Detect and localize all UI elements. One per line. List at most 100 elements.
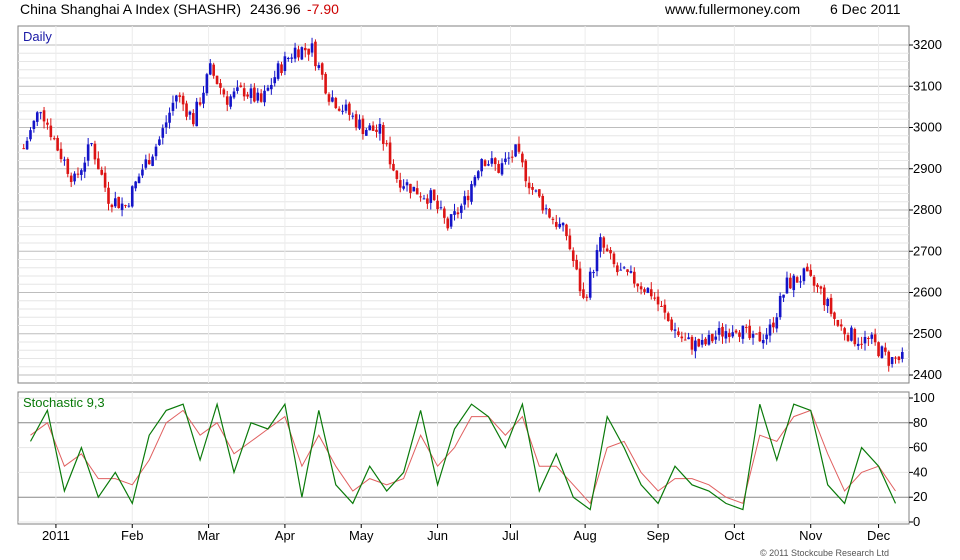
- candle-down: [822, 287, 826, 306]
- stochastic-axis: 0 20 40 60 80 100: [909, 390, 935, 529]
- candle-down: [605, 248, 609, 252]
- candle-down: [219, 83, 222, 88]
- candle-up: [476, 171, 480, 179]
- candle-up: [270, 84, 273, 90]
- candle-down: [877, 342, 880, 357]
- candle-up: [249, 88, 253, 98]
- candle-up: [731, 332, 734, 337]
- candle-down: [192, 113, 195, 125]
- candle-down: [466, 195, 470, 201]
- candle-down: [517, 143, 521, 152]
- candle-down: [181, 95, 185, 105]
- candle-up: [317, 65, 321, 68]
- candle-down: [398, 180, 402, 188]
- candle-up: [694, 340, 697, 352]
- time-tick-label: Apr: [275, 528, 296, 543]
- candle-up: [802, 268, 806, 282]
- candle-down: [789, 277, 792, 289]
- candle-up: [164, 122, 168, 128]
- price-panel-label: Daily: [23, 29, 52, 44]
- candle-down: [653, 297, 656, 299]
- candle-down: [704, 338, 707, 345]
- candle-up: [229, 96, 232, 107]
- chart-title: China Shanghai A Index (SHASHR): [20, 1, 241, 17]
- candle-up: [90, 143, 93, 145]
- candle-up: [402, 186, 405, 189]
- candle-up: [487, 164, 490, 166]
- candle-down: [107, 187, 110, 204]
- candle-down: [853, 329, 857, 345]
- candle-up: [205, 74, 209, 94]
- candle-down: [419, 196, 422, 198]
- candle-up: [856, 343, 860, 346]
- candle-up: [331, 97, 334, 102]
- candle-up: [141, 169, 144, 176]
- candle-up: [561, 222, 565, 226]
- candle-down: [609, 250, 612, 254]
- candle-up: [63, 159, 66, 161]
- candle-down: [259, 93, 263, 102]
- candle-up: [622, 267, 626, 269]
- candle-up: [741, 325, 745, 339]
- candle-down: [337, 108, 341, 111]
- candle-down: [738, 332, 741, 337]
- candle-up: [880, 346, 884, 358]
- time-tick-label: Jul: [502, 528, 519, 543]
- candle-down: [626, 269, 629, 273]
- candle-up: [137, 176, 141, 184]
- candle-down: [727, 332, 731, 337]
- candle-down: [49, 125, 53, 138]
- candle-up: [310, 43, 314, 53]
- candle-down: [660, 305, 663, 307]
- candle-up: [870, 334, 874, 339]
- candle-up: [490, 158, 494, 164]
- candle-down: [633, 271, 636, 284]
- candle-down: [578, 268, 582, 292]
- candle-down: [215, 75, 219, 85]
- price-tick-label: 3100: [913, 78, 942, 93]
- candle-up: [463, 196, 466, 205]
- candle-down: [666, 313, 670, 322]
- candle-up: [120, 203, 124, 211]
- candle-up: [83, 162, 87, 172]
- candle-down: [381, 125, 385, 144]
- candle-up: [890, 357, 894, 365]
- copyright-notice: © 2011 Stockcube Research Ltd: [760, 548, 889, 558]
- candle-up: [202, 92, 205, 104]
- candle-down: [551, 218, 555, 220]
- candle-down: [721, 326, 724, 337]
- candle-down: [124, 205, 127, 207]
- candle-down: [887, 351, 891, 366]
- candle-up: [188, 111, 192, 115]
- candle-down: [46, 122, 49, 125]
- candle-down: [303, 47, 307, 51]
- candle-down: [636, 283, 640, 287]
- candle-down: [772, 322, 775, 328]
- candle-down: [147, 159, 151, 165]
- candle-down: [371, 125, 375, 131]
- candle-up: [351, 115, 355, 117]
- candle-down: [612, 253, 616, 265]
- candle-up: [113, 198, 117, 207]
- candle-down: [531, 186, 534, 190]
- candle-down: [320, 63, 324, 75]
- candle-up: [266, 87, 270, 91]
- candle-up: [558, 223, 561, 228]
- candle-up: [751, 333, 755, 338]
- price-tick-label: 2700: [913, 243, 942, 258]
- candle-down: [297, 49, 300, 58]
- candle-down: [860, 343, 863, 345]
- candle-up: [422, 198, 426, 200]
- candle-down: [354, 114, 358, 128]
- candle-down: [222, 89, 226, 95]
- candle-down: [334, 97, 338, 109]
- candle-down: [683, 339, 687, 341]
- candle-down: [246, 94, 249, 97]
- candle-down: [198, 102, 202, 105]
- candle-down: [697, 339, 701, 347]
- candle-up: [25, 140, 29, 150]
- stochastic-tick-label: 20: [913, 489, 927, 504]
- candle-up: [439, 207, 443, 209]
- candle-up: [290, 57, 293, 59]
- candle-up: [460, 205, 463, 213]
